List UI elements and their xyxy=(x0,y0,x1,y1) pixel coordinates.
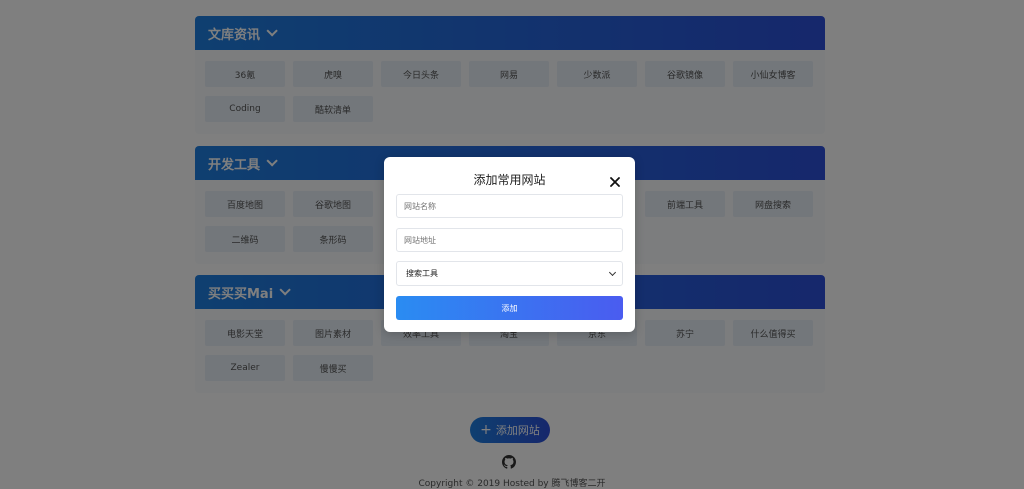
site-url-input[interactable] xyxy=(396,228,623,252)
chevron-down-icon xyxy=(608,268,617,277)
site-name-input[interactable] xyxy=(396,194,623,218)
page: 文库资讯 36氪 虎嗅 今日头条 网易 少数派 谷歌镜像 小仙女博客 Codin… xyxy=(0,0,1024,489)
add-site-modal: 添加常用网站 搜索工具 添加 xyxy=(384,157,635,332)
submit-button[interactable]: 添加 xyxy=(396,296,623,320)
category-select[interactable]: 搜索工具 xyxy=(396,261,623,286)
close-icon[interactable] xyxy=(610,177,620,187)
category-selected-value: 搜索工具 xyxy=(406,269,438,278)
modal-title: 添加常用网站 xyxy=(473,173,546,187)
